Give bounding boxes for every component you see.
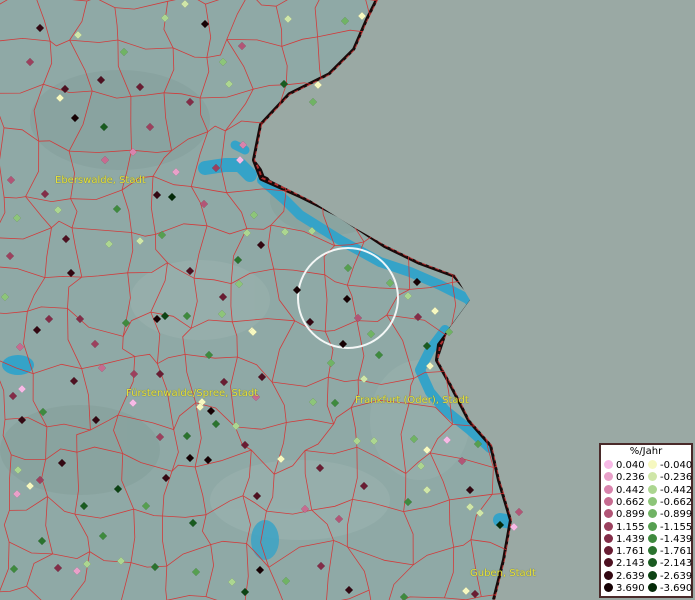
legend-label: -0.236	[660, 472, 693, 484]
legend-entry-pos: 3.690	[604, 582, 645, 595]
legend-swatch	[648, 583, 657, 592]
legend-entry-pos: 0.662	[604, 496, 645, 509]
legend-entry-neg: -2.143	[648, 557, 692, 570]
legend-entry-neg: -0.662	[648, 496, 692, 509]
city-label-frankfurt-oder: Frankfurt (Oder), Stadt	[355, 395, 469, 406]
legend-entry-pos: 1.155	[604, 521, 645, 534]
legend-entry-neg: -2.639	[648, 570, 692, 583]
legend-label: -0.040	[660, 460, 693, 471]
legend-swatch	[604, 533, 613, 543]
legend-swatch	[604, 583, 613, 592]
legend-swatch	[648, 546, 657, 556]
legend-swatch	[604, 521, 613, 531]
legend-swatch	[648, 484, 657, 494]
legend-entry-pos: 2.639	[604, 570, 645, 583]
legend-entry-neg: -1.155	[648, 521, 692, 534]
legend-label: 0.662	[616, 496, 645, 508]
legend-label: -2.143	[660, 558, 693, 570]
legend-swatch	[648, 521, 657, 531]
legend-entry-neg: -1.439	[648, 533, 692, 546]
legend-entry-pos: 0.040	[604, 459, 645, 472]
legend-swatch	[648, 509, 657, 519]
legend-swatch	[604, 460, 613, 469]
legend-label: 0.040	[616, 460, 645, 471]
legend-label: -0.662	[660, 496, 693, 508]
legend-label: 1.761	[616, 546, 645, 558]
legend-label: -0.899	[660, 509, 693, 521]
legend-swatch	[648, 496, 657, 506]
legend-entry-neg: -0.899	[648, 508, 692, 521]
legend-label: 1.155	[616, 521, 645, 533]
legend-label: 0.236	[616, 472, 645, 484]
map-canvas[interactable]	[0, 0, 695, 600]
legend-entry-pos: 0.236	[604, 471, 645, 484]
legend-label: -3.690	[660, 583, 693, 594]
legend-entry-neg: -0.040	[648, 459, 692, 472]
legend-title: %/Jahr	[629, 446, 663, 457]
legend-swatch	[604, 472, 613, 482]
legend-swatch	[604, 509, 613, 519]
legend-entry-neg: -3.690	[648, 582, 692, 595]
legend-entry-pos: 2.143	[604, 557, 645, 570]
legend-swatch	[648, 558, 657, 568]
legend-label: -0.442	[660, 484, 693, 496]
city-label-guben: Guben, Stadt	[470, 568, 536, 579]
city-label-eberswalde: Eberswalde, Stadt	[55, 175, 146, 186]
legend-label: 3.690	[616, 583, 645, 594]
legend-swatch	[648, 472, 657, 482]
legend-swatch	[604, 546, 613, 556]
legend-swatch	[604, 484, 613, 494]
legend-label: -1.439	[660, 533, 693, 545]
legend-label: 2.143	[616, 558, 645, 570]
legend-entry-pos: 0.442	[604, 484, 645, 497]
legend-swatch	[648, 570, 657, 580]
legend-label: 0.442	[616, 484, 645, 496]
legend-swatch	[648, 533, 657, 543]
legend-label: 0.899	[616, 509, 645, 521]
city-label-fuerstenwalde: Fürstenwalde/Spree, Stadt	[126, 388, 259, 399]
legend-entry-neg: -0.236	[648, 471, 692, 484]
legend-swatch	[604, 496, 613, 506]
legend-entry-pos: 0.899	[604, 508, 645, 521]
legend-swatch	[648, 460, 657, 469]
legend-entry-pos: 1.761	[604, 545, 645, 558]
legend-label: -1.761	[660, 546, 693, 558]
legend-label: 2.639	[616, 570, 645, 582]
legend-label: -2.639	[660, 570, 693, 582]
legend-swatch	[604, 558, 613, 568]
legend-entry-neg: -0.442	[648, 484, 692, 497]
legend: %/Jahr 0.040 -0.040 0.236 -0.236 0.442 -0.442…	[599, 443, 693, 598]
legend-label: -1.155	[660, 521, 693, 533]
legend-entry-pos: 1.439	[604, 533, 645, 546]
legend-label: 1.439	[616, 533, 645, 545]
legend-swatch	[604, 570, 613, 580]
legend-entry-neg: -1.761	[648, 545, 692, 558]
